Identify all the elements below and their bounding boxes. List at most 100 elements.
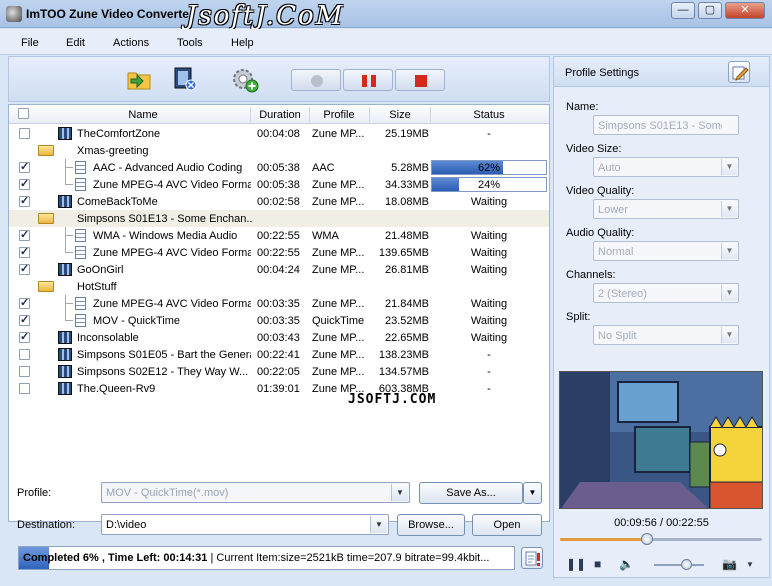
minimize-button[interactable]: —	[671, 2, 695, 19]
status-summary: Completed 6% , Time Left: 00:14:31	[23, 552, 208, 564]
folder-row[interactable]: Xmas-greeting	[9, 142, 549, 159]
chevron-down-icon[interactable]: ▼	[721, 327, 737, 343]
table-row[interactable]: MOV - QuickTime 00:03:35 QuickTime 23.52MB W…	[9, 312, 549, 329]
file-list[interactable]: Name Duration Profile Size Status TheCom…	[8, 104, 550, 522]
table-row[interactable]: WMA - Windows Media Audio 00:22:55 WMA 21.4…	[9, 227, 549, 244]
setting-field[interactable]: No Split ▼	[593, 325, 739, 345]
table-row[interactable]: Simpsons S02E12 - They Way W... 00:22:05 Z…	[9, 363, 549, 380]
header-size[interactable]: Size	[370, 109, 430, 121]
folder-row[interactable]: HotStuff	[9, 278, 549, 295]
maximize-button[interactable]: ▢	[698, 2, 722, 19]
table-row[interactable]: GoOnGirl 00:04:24 Zune MP... 26.81MB Waiting	[9, 261, 549, 278]
start-button[interactable]	[291, 69, 341, 91]
row-checkbox[interactable]	[19, 383, 30, 394]
header-duration[interactable]: Duration	[251, 109, 309, 121]
profile-combo[interactable]: MOV - QuickTime(*.mov) ▼	[101, 482, 410, 503]
open-button[interactable]: Open	[472, 514, 542, 536]
table-row[interactable]: Zune MPEG-4 AVC Video Format 00:05:38 Zune…	[9, 176, 549, 193]
close-button[interactable]: ✕	[725, 2, 765, 19]
chevron-down-icon[interactable]: ▼	[721, 243, 737, 259]
volume-slider[interactable]	[654, 559, 704, 570]
add-file-icon[interactable]	[127, 67, 151, 91]
row-duration: 00:22:41	[257, 349, 300, 361]
setting-field[interactable]: Lower ▼	[593, 199, 739, 219]
row-checkbox[interactable]	[19, 330, 30, 343]
setting-field[interactable]: Simpsons S01E13 - Some Ench	[593, 115, 739, 135]
remove-file-icon[interactable]	[173, 67, 197, 91]
row-size: 134.57MB	[378, 366, 429, 378]
row-status: -	[487, 383, 491, 395]
row-name: WMA - Windows Media Audio	[93, 230, 238, 242]
row-checkbox[interactable]	[19, 128, 30, 139]
menu-tools[interactable]: Tools	[177, 37, 203, 49]
chevron-down-icon[interactable]: ▼	[721, 201, 737, 217]
row-size: 26.81MB	[384, 264, 429, 276]
chevron-down-icon[interactable]: ▼	[721, 159, 737, 175]
chevron-down-icon[interactable]: ▼	[391, 484, 408, 501]
table-row[interactable]: Zune MPEG-4 AVC Video Format 00:22:55 Zune…	[9, 244, 549, 261]
row-checkbox[interactable]	[19, 349, 30, 360]
header-profile[interactable]: Profile	[310, 109, 368, 121]
table-row[interactable]: Zune MPEG-4 AVC Video Format 00:03:35 Zune…	[9, 295, 549, 312]
menu-edit[interactable]: Edit	[66, 37, 85, 49]
edit-profile-icon[interactable]	[728, 61, 750, 83]
chevron-down-icon[interactable]: ▼	[721, 285, 737, 301]
seek-handle[interactable]	[641, 533, 653, 545]
title-bar: ImTOO Zune Video Converte JsoftJ.CoM — ▢…	[0, 0, 772, 31]
video-preview[interactable]	[559, 371, 763, 509]
chevron-down-icon[interactable]: ▼	[370, 516, 387, 533]
folder-icon	[38, 145, 54, 156]
row-name: AAC - Advanced Audio Coding	[93, 162, 243, 174]
row-name: GoOnGirl	[77, 264, 124, 276]
log-icon[interactable]	[521, 547, 543, 569]
pause-button[interactable]	[343, 69, 393, 91]
browse-button[interactable]: Browse...	[397, 514, 465, 536]
row-checkbox[interactable]	[19, 313, 30, 326]
table-row[interactable]: The.Queen-Rv9 01:39:01 Zune MP... 603.38MB -	[9, 380, 549, 397]
row-checkbox[interactable]	[19, 177, 30, 190]
snapshot-camera-icon[interactable]: 📷	[722, 557, 737, 571]
menu-actions[interactable]: Actions	[113, 37, 149, 49]
menu-help[interactable]: Help	[231, 37, 254, 49]
folder-icon	[38, 213, 54, 224]
setting-field[interactable]: 2 (Stereo) ▼	[593, 283, 739, 303]
chevron-down-icon[interactable]: ▼	[746, 560, 754, 569]
add-profile-gear-icon[interactable]	[231, 67, 259, 93]
seek-slider[interactable]	[560, 533, 762, 545]
setting-value: Auto	[598, 162, 621, 174]
table-row[interactable]: ComeBackToMe 00:02:58 Zune MP... 18.08MB Wai…	[9, 193, 549, 210]
row-duration: 00:03:43	[257, 332, 300, 344]
save-as-dropdown-button[interactable]: ▼	[523, 482, 542, 504]
row-checkbox[interactable]	[19, 228, 30, 241]
table-row[interactable]: Simpsons S01E05 - Bart the General 00:22:…	[9, 346, 549, 363]
destination-value: D:\video	[106, 519, 147, 531]
setting-field[interactable]: Normal ▼	[593, 241, 739, 261]
table-row[interactable]: AAC - Advanced Audio Coding 00:05:38 AAC 5.…	[9, 159, 549, 176]
row-profile: AAC	[312, 162, 335, 174]
volume-icon[interactable]: 🔈	[619, 557, 634, 571]
row-checkbox[interactable]	[19, 160, 30, 173]
table-row[interactable]: TheComfortZone 00:04:08 Zune MP... 25.19MB -	[9, 125, 549, 142]
header-status[interactable]: Status	[431, 109, 547, 121]
table-row[interactable]: Inconsolable 00:03:43 Zune MP... 22.65MB Wai…	[9, 329, 549, 346]
destination-combo[interactable]: D:\video ▼	[101, 514, 389, 535]
row-checkbox[interactable]	[19, 262, 30, 275]
row-name: HotStuff	[77, 281, 117, 293]
setting-field[interactable]: Auto ▼	[593, 157, 739, 177]
select-all-checkbox[interactable]	[18, 108, 29, 119]
volume-handle[interactable]	[681, 559, 692, 570]
row-checkbox[interactable]	[19, 296, 30, 309]
row-checkbox[interactable]	[19, 245, 30, 258]
folder-row[interactable]: Simpsons S01E13 - Some Enchan...	[9, 210, 549, 227]
header-name[interactable]: Name	[37, 109, 249, 121]
stop-button[interactable]	[395, 69, 445, 91]
setting-label: Video Quality:	[566, 185, 635, 197]
row-checkbox[interactable]	[19, 194, 30, 207]
save-as-button[interactable]: Save As...	[419, 482, 523, 504]
list-header: Name Duration Profile Size Status	[9, 105, 549, 124]
row-checkbox[interactable]	[19, 366, 30, 377]
watermark-text: JsoftJ.CoM	[186, 1, 345, 31]
pause-icon[interactable]: ❚❚	[566, 557, 586, 571]
menu-file[interactable]: File	[21, 37, 39, 49]
stop-icon[interactable]: ■	[594, 557, 601, 571]
